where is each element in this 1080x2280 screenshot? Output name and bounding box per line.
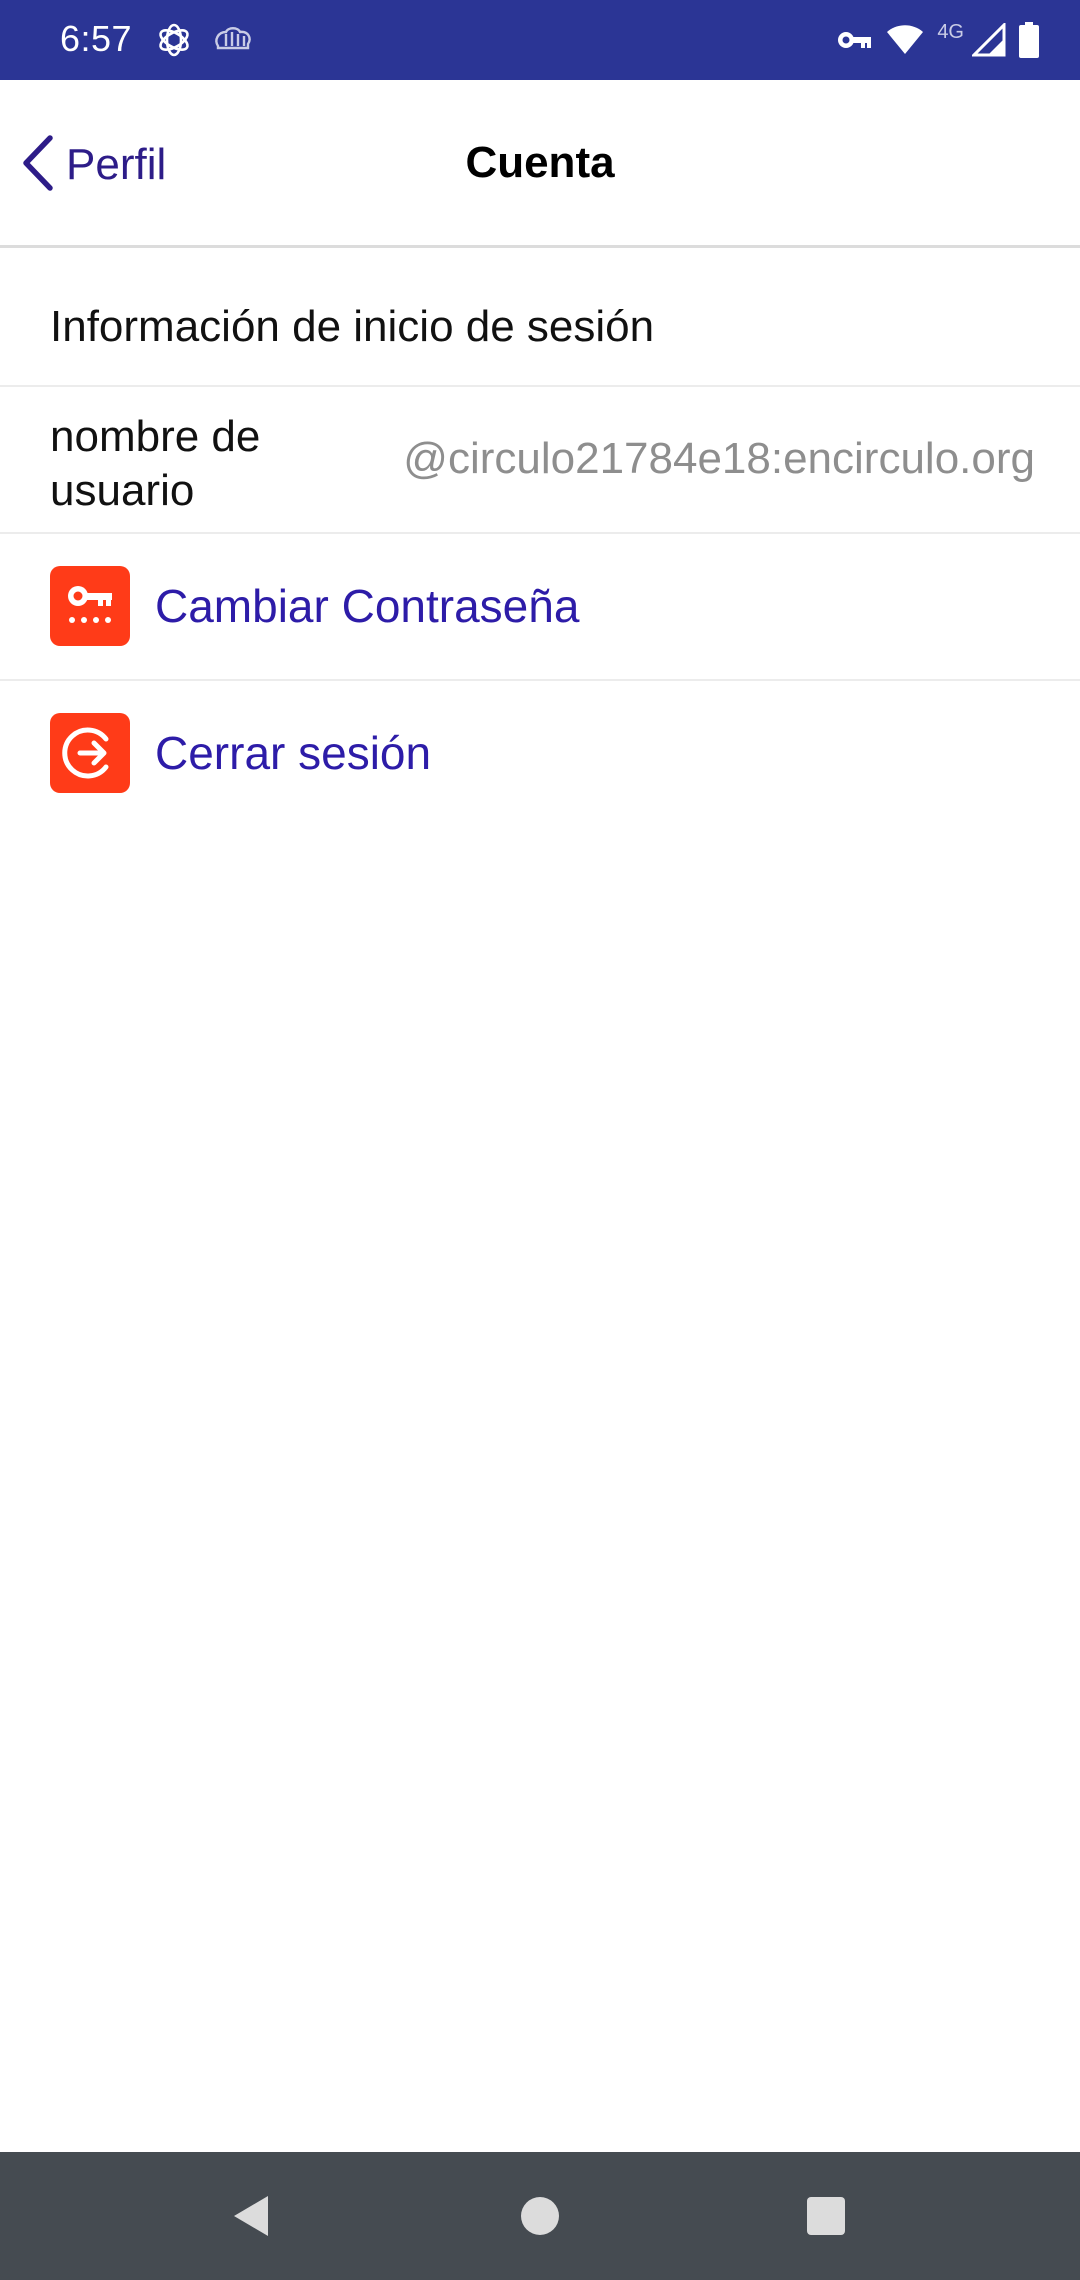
openai-icon: [156, 22, 192, 58]
brain-icon: [212, 22, 256, 58]
status-bar: 6:57 4G: [0, 0, 1080, 80]
logout-button[interactable]: Cerrar sesión: [0, 680, 1080, 826]
wifi-icon: [885, 20, 925, 60]
logout-icon: [50, 713, 130, 793]
network-type: 4G: [937, 20, 964, 43]
username-label: nombre de usuario: [50, 412, 261, 515]
username-row: nombre de usuario @circulo21784e18:encir…: [0, 388, 1080, 534]
cell-signal-icon: [972, 20, 1006, 60]
change-password-button[interactable]: Cambiar Contraseña: [0, 533, 1080, 679]
battery-icon: [1018, 20, 1040, 60]
key-password-icon: [50, 566, 130, 646]
home-circle-icon[interactable]: [510, 2186, 570, 2246]
section-title: Información de inicio de sesión: [50, 302, 655, 351]
recents-square-icon[interactable]: [796, 2186, 856, 2246]
change-password-label: Cambiar Contraseña: [155, 580, 580, 632]
system-nav-bar: [0, 2152, 1080, 2280]
back-triangle-icon[interactable]: [220, 2186, 280, 2246]
page-title: Cuenta: [465, 138, 615, 187]
app-header: Perfil Cuenta: [0, 80, 1080, 248]
status-time: 6:57: [60, 18, 133, 59]
divider: [0, 385, 1080, 387]
vpn-key-icon: [837, 20, 873, 60]
status-right-icons: 4G: [837, 18, 1040, 62]
username-value: @circulo21784e18:encirculo.org: [403, 434, 1035, 483]
logout-label: Cerrar sesión: [155, 727, 432, 779]
